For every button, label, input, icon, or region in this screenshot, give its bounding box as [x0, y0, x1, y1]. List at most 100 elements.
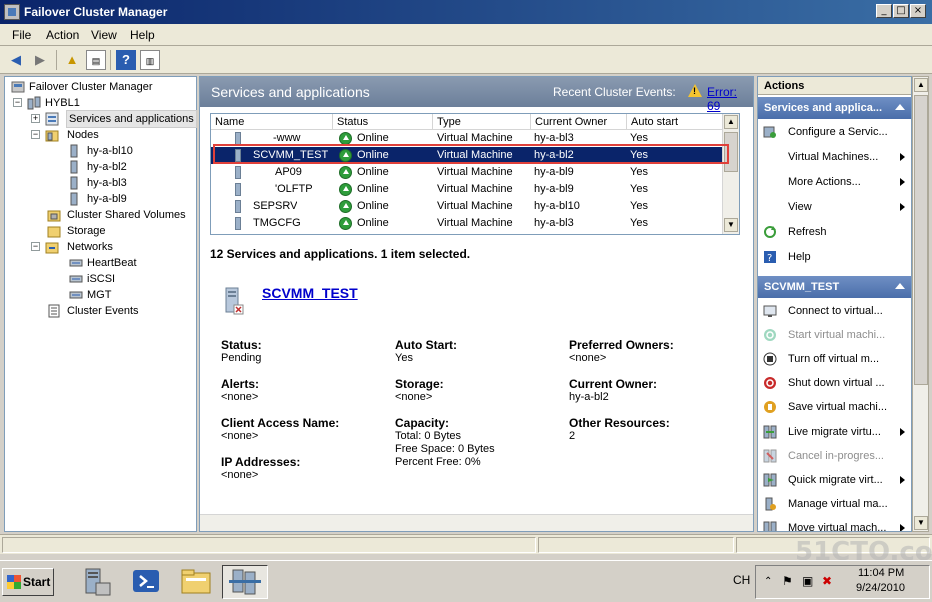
start-icon: [764, 329, 776, 341]
action-configure-service[interactable]: Configure a Servic...: [758, 121, 911, 143]
tree-item-heartbeat[interactable]: HeartBeat: [5, 255, 195, 271]
table-row[interactable]: TMGCFG Online Virtual Machine hy-a-bl3 Y…: [211, 215, 723, 232]
error-count-link[interactable]: Error: 69: [707, 85, 753, 113]
collapse-caret-icon[interactable]: [895, 283, 905, 289]
actions-section-vm[interactable]: SCVMM_TEST: [758, 276, 911, 298]
explorer-folder-icon[interactable]: [178, 565, 214, 599]
detail-vm-name-link[interactable]: SCVMM_TEST: [262, 285, 358, 301]
menu-help[interactable]: Help: [130, 28, 155, 42]
forward-arrow-icon[interactable]: ▶: [30, 50, 50, 70]
scroll-up-icon[interactable]: ▲: [724, 115, 738, 129]
table-row[interactable]: 'OLFTP Online Virtual Machine hy-a-bl9 Y…: [211, 181, 723, 198]
cluster-manager-taskbar-button[interactable]: [222, 565, 268, 599]
services-icon: [45, 112, 59, 126]
table-row[interactable]: SEPSRV Online Virtual Machine hy-a-bl10 …: [211, 198, 723, 215]
tree-item-node-bl2[interactable]: hy-a-bl2: [5, 159, 195, 175]
help-icon[interactable]: ?: [116, 50, 136, 70]
tree-item-node-bl9[interactable]: hy-a-bl9: [5, 191, 195, 207]
menu-action[interactable]: Action: [46, 28, 79, 42]
nodes-folder-icon: [45, 130, 59, 142]
actions-section-services[interactable]: Services and applica...: [758, 97, 911, 119]
network-icon: [69, 259, 83, 267]
tree-item-root[interactable]: Failover Cluster Manager: [5, 79, 195, 95]
submenu-arrow-icon: [900, 178, 905, 186]
tree-item-iscsi[interactable]: iSCSI: [5, 271, 195, 287]
scroll-up-icon[interactable]: ▲: [914, 78, 928, 92]
maximize-button[interactable]: □: [893, 4, 909, 18]
selection-summary: 12 Services and applications. 1 item sel…: [210, 247, 471, 261]
status-panel: [538, 537, 734, 553]
clock-time[interactable]: 11:04 PM: [858, 567, 904, 579]
online-icon: [339, 166, 352, 179]
action-start-vm[interactable]: Start virtual machi...: [758, 324, 911, 346]
show-hide-tree-icon[interactable]: ▤: [86, 50, 106, 70]
action-view[interactable]: View: [758, 196, 911, 218]
column-autostart[interactable]: Auto start: [627, 114, 723, 130]
menu-view[interactable]: View: [91, 28, 117, 42]
tree-item-storage[interactable]: Storage: [5, 223, 195, 239]
submenu-arrow-icon: [900, 153, 905, 161]
scroll-down-icon[interactable]: ▼: [724, 218, 738, 232]
network-tray-icon[interactable]: ▣: [802, 574, 813, 588]
close-button[interactable]: ×: [910, 4, 926, 18]
action-refresh[interactable]: Refresh: [758, 221, 911, 243]
action-shut-down-vm[interactable]: Shut down virtual ...: [758, 372, 911, 394]
actions-scrollbar[interactable]: ▲ ▼: [912, 76, 929, 532]
tree-item-events[interactable]: Cluster Events: [5, 303, 195, 319]
action-virtual-machines[interactable]: Virtual Machines...: [758, 146, 911, 168]
volume-muted-icon[interactable]: ✖: [822, 574, 832, 588]
field-client-access-name: Client Access Name: <none>: [221, 416, 340, 443]
action-cancel-migration[interactable]: Cancel in-progres...: [758, 445, 911, 467]
action-move-vm[interactable]: Move virtual mach...: [758, 517, 911, 531]
minimize-button[interactable]: _: [876, 4, 892, 18]
language-indicator[interactable]: CH: [733, 573, 750, 587]
column-owner[interactable]: Current Owner: [531, 114, 627, 130]
tree-item-mgt[interactable]: MGT: [5, 287, 195, 303]
center-scrollbar[interactable]: [200, 514, 753, 531]
action-quick-migrate[interactable]: Quick migrate virt...: [758, 469, 911, 491]
submenu-arrow-icon: [900, 476, 905, 484]
live-migrate-icon: [763, 425, 777, 439]
tree-item-node-bl3[interactable]: hy-a-bl3: [5, 175, 195, 191]
table-row[interactable]: AP09 Online Virtual Machine hy-a-bl9 Yes: [211, 164, 723, 181]
powershell-icon[interactable]: [128, 565, 164, 599]
action-help[interactable]: ? Help: [758, 246, 911, 268]
show-hidden-icons-icon[interactable]: ⌃: [764, 576, 772, 587]
action-connect-vm[interactable]: Connect to virtual...: [758, 300, 911, 322]
action-more-actions[interactable]: More Actions...: [758, 171, 911, 193]
scroll-down-icon[interactable]: ▼: [914, 516, 928, 530]
scroll-thumb[interactable]: [914, 95, 928, 385]
server-manager-icon[interactable]: [78, 565, 114, 599]
collapse-icon[interactable]: −: [31, 242, 40, 251]
menu-file[interactable]: File: [12, 28, 31, 42]
list-scrollbar[interactable]: ▲ ▼: [722, 114, 739, 234]
refresh-icon: [764, 226, 776, 238]
action-turn-off-vm[interactable]: Turn off virtual m...: [758, 348, 911, 370]
help-icon: ?: [764, 251, 776, 264]
column-name[interactable]: Name: [211, 114, 333, 130]
action-manage-vm[interactable]: Manage virtual ma...: [758, 493, 911, 515]
back-arrow-icon[interactable]: ◀: [6, 50, 26, 70]
tree-item-node-bl10[interactable]: hy-a-bl10: [5, 143, 195, 159]
column-status[interactable]: Status: [333, 114, 433, 130]
actions-pane: Actions Services and applica... Configur…: [757, 76, 912, 532]
tree-item-csv[interactable]: Cluster Shared Volumes: [5, 207, 195, 223]
tree-item-nodes[interactable]: − Nodes: [5, 127, 195, 143]
column-type[interactable]: Type: [433, 114, 531, 130]
tree-item-networks[interactable]: − Networks: [5, 239, 195, 255]
field-alerts: Alerts: <none>: [221, 377, 260, 404]
tree-item-cluster[interactable]: − HYBL1: [5, 95, 195, 111]
action-save-vm[interactable]: Save virtual machi...: [758, 396, 911, 418]
show-action-pane-icon[interactable]: ▥: [140, 50, 160, 70]
up-folder-icon[interactable]: ▲: [62, 50, 82, 70]
status-panel: [2, 537, 536, 553]
collapse-icon[interactable]: −: [31, 130, 40, 139]
action-live-migrate[interactable]: Live migrate virtu...: [758, 421, 911, 443]
clock-date[interactable]: 9/24/2010: [856, 582, 905, 594]
tree-item-services[interactable]: + Services and applications: [5, 110, 197, 128]
collapse-caret-icon[interactable]: [895, 104, 905, 110]
start-button[interactable]: Start: [2, 568, 54, 596]
action-center-flag-icon[interactable]: ⚑: [782, 574, 793, 588]
expand-icon[interactable]: +: [31, 114, 40, 123]
collapse-icon[interactable]: −: [13, 98, 22, 107]
